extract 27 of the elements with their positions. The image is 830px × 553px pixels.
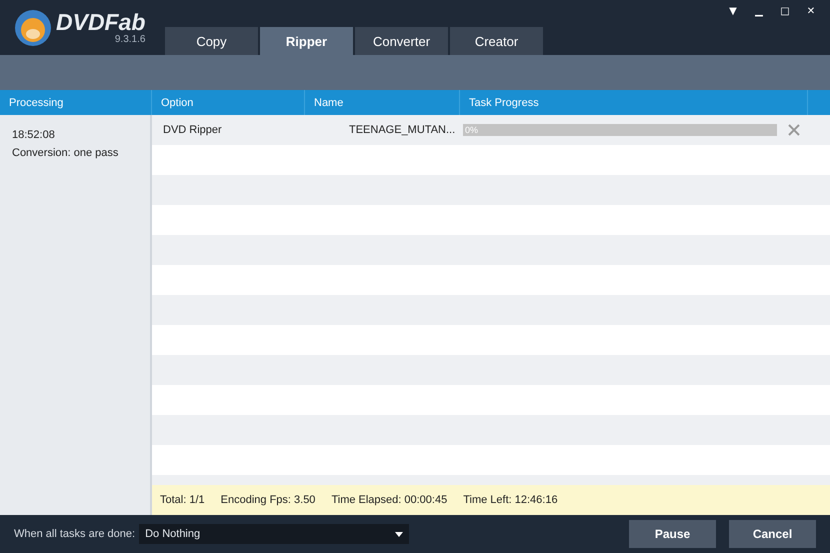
close-icon[interactable] — [787, 123, 801, 137]
footer-button[interactable]: Cancel — [729, 520, 816, 548]
dropdown-arrow-icon — [395, 532, 404, 536]
window-control[interactable]: ▁ — [750, 6, 768, 17]
status-text: Time Elapsed: 00:00:45 — [331, 494, 448, 506]
tab[interactable]: Creator — [450, 27, 543, 55]
task-row[interactable]: DVD Ripper TEENAGE_MUTAN... 0% — [152, 115, 830, 145]
tab[interactable]: Converter — [355, 27, 448, 55]
detail-label: Conversion: one pass — [12, 147, 120, 159]
window-control[interactable]: ▼ — [724, 6, 742, 17]
logo-icon — [14, 8, 52, 46]
app-name: DVDFab — [56, 10, 146, 34]
status-text: Encoding Fps: 3.50 — [220, 494, 316, 506]
window-control[interactable]: ✕ — [802, 6, 820, 17]
progress-bar: 0% — [463, 124, 777, 136]
window-control[interactable]: □ — [776, 6, 794, 17]
tab[interactable]: Ripper — [260, 27, 353, 55]
status-text: Time Left: 12:46:16 — [463, 494, 558, 506]
dropdown-label: When all tasks are done: — [14, 528, 136, 540]
table-cell-text: TEENAGE_MUTAN... — [348, 124, 456, 136]
time-label: 18:52:08 — [12, 129, 56, 141]
status-text: Total: 1/1 — [160, 494, 205, 506]
dropdown[interactable]: Do Nothing — [139, 524, 410, 544]
tab[interactable]: Copy — [165, 27, 258, 55]
table-cell-text: DVD Ripper — [162, 124, 223, 136]
version-label: 9.3.1.6 — [114, 34, 146, 45]
footer-button[interactable]: Pause — [629, 520, 716, 548]
